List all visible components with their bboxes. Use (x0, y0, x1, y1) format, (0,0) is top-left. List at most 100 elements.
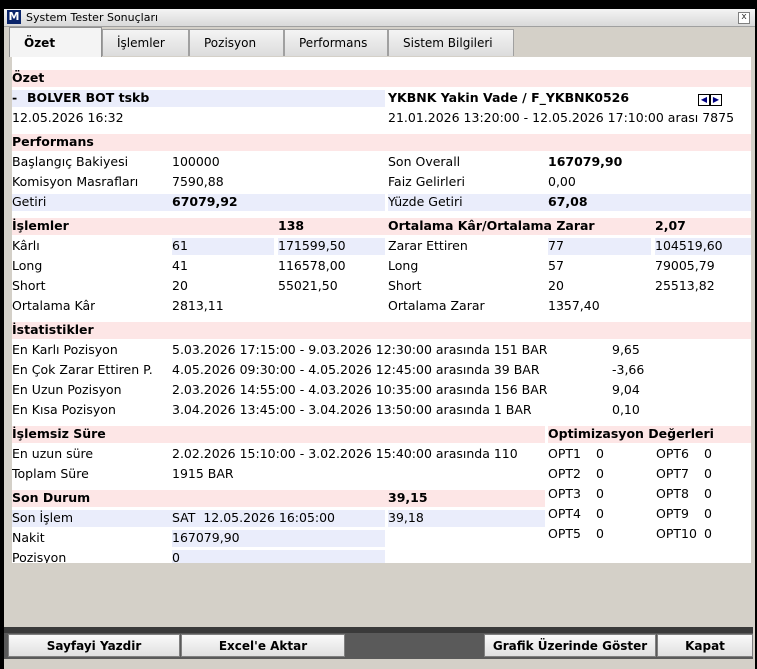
avg-profit-loss-title: Ortalama Kâr/Ortalama Zarar (388, 218, 595, 233)
opt-name: OPT2 (548, 466, 581, 481)
perf-value: 100000 (172, 154, 220, 169)
opt-value: 0 (704, 526, 712, 541)
trade-label: Kârlı (12, 238, 40, 253)
trade-amount-value: 55021,50 (278, 278, 338, 293)
opt-name: OPT1 (548, 446, 581, 461)
stat-label: En Uzun Pozisyon (12, 382, 122, 397)
stat-range: 2.03.2026 14:55:00 - 4.03.2026 10:35:00 … (172, 382, 548, 397)
stat-range: 5.03.2026 17:15:00 - 9.03.2026 12:30:00 … (172, 342, 548, 357)
opt-name: OPT9 (656, 506, 689, 521)
perf-value: 167079,90 (548, 154, 623, 169)
desktop-strip (0, 0, 757, 9)
tab-bar: Özet İşlemler Pozisyon Performans Sistem… (4, 27, 755, 57)
perf-label: Yüzde Getiri (388, 194, 463, 209)
show-on-chart-button[interactable]: Grafik Üzerinde Göster (484, 634, 656, 657)
bot-name: BOLVER BOT tskb (27, 90, 150, 105)
trade-count-value: 20 (548, 278, 564, 293)
stat-value: 9,65 (612, 342, 640, 357)
stat-range: 4.05.2026 09:30:00 - 4.05.2026 12:45:00 … (172, 362, 540, 377)
system-tester-window: M System Tester Sonuçları x Özet İşlemle… (4, 9, 755, 669)
tab-ozet[interactable]: Özet (9, 27, 102, 57)
trade-amount-value: 79005,79 (655, 258, 715, 273)
status-label: Nakit (12, 530, 45, 545)
stat-value: 9,04 (612, 382, 640, 397)
status-value: 167079,90 (172, 530, 240, 545)
trade-label: Zarar Ettiren (388, 238, 468, 253)
trade-count-value: 57 (548, 258, 564, 273)
opt-name: OPT6 (656, 446, 689, 461)
tab-performans[interactable]: Performans (284, 29, 388, 56)
trade-label: Ortalama Zarar (388, 298, 485, 313)
prev-arrow-icon[interactable]: ◀ (698, 94, 710, 106)
opt-name: OPT5 (548, 526, 581, 541)
opt-value: 0 (596, 446, 604, 461)
status-label: Pozisyon (12, 550, 67, 563)
status-value: 0 (172, 550, 180, 563)
opt-value: 0 (704, 486, 712, 501)
trade-amount-value: 116578,00 (278, 258, 346, 273)
trade-label: Long (388, 258, 419, 273)
stat-label: En Kısa Pozisyon (12, 402, 116, 417)
export-excel-button[interactable]: Excel'e Aktar (181, 634, 345, 657)
idle-value: 2.02.2026 15:10:00 - 3.02.2026 15:40:00 … (172, 446, 518, 461)
print-page-button[interactable]: Sayfayi Yazdir (8, 634, 180, 657)
opt-value: 0 (596, 466, 604, 481)
trade-label: Short (388, 278, 422, 293)
opt-value: 0 (596, 486, 604, 501)
status-extra: 39,18 (388, 510, 424, 525)
perf-label: Komisyon Masrafları (12, 174, 139, 189)
opt-name: OPT8 (656, 486, 689, 501)
trade-amount-value: 171599,50 (278, 238, 346, 253)
tab-pozisyon[interactable]: Pozisyon (189, 29, 284, 56)
opt-value: 0 (596, 526, 604, 541)
stat-range: 3.04.2026 13:45:00 - 3.04.2026 13:50:00 … (172, 402, 532, 417)
dash-marker: - (12, 90, 18, 105)
opt-value: 0 (704, 506, 712, 521)
section-son-durum-title: Son Durum (12, 490, 91, 505)
trade-count: 138 (278, 218, 305, 233)
opt-value: 0 (596, 506, 604, 521)
status-label: Son İşlem (12, 510, 74, 525)
section-istatistikler-title: İstatistikler (12, 322, 94, 337)
opt-name: OPT4 (548, 506, 581, 521)
perf-value: 67079,92 (172, 194, 238, 209)
idle-label: En uzun süre (12, 446, 94, 461)
tab-islemler[interactable]: İşlemler (102, 29, 189, 56)
perf-label: Faiz Gelirleri (388, 174, 465, 189)
summary-panel: Özet - BOLVER BOT tskb YKBNK Yakin Vade … (12, 57, 751, 563)
trade-label: Short (12, 278, 46, 293)
trade-count-value: 2813,11 (172, 298, 224, 313)
opt-name: OPT7 (656, 466, 689, 481)
opt-value: 0 (704, 466, 712, 481)
perf-value: 0,00 (548, 174, 576, 189)
title-bar[interactable]: M System Tester Sonuçları x (4, 9, 755, 27)
son-durum-value: 39,15 (388, 490, 428, 505)
bot-date: 12.05.2026 16:32 (12, 110, 124, 125)
button-bar: Sayfayi Yazdir Excel'e Aktar Grafik Üzer… (4, 633, 753, 659)
trade-count-value: 1357,40 (548, 298, 600, 313)
section-optimizasyon-title: Optimizasyon Değerleri (548, 426, 714, 441)
trade-count-value: 20 (172, 278, 188, 293)
opt-name: OPT10 (656, 526, 697, 541)
section-islemsiz-title: İşlemsiz Süre (12, 426, 106, 441)
close-button[interactable]: Kapat (657, 634, 753, 657)
perf-value: 7590,88 (172, 174, 224, 189)
window-title: System Tester Sonuçları (26, 11, 159, 24)
idle-value: 1915 BAR (172, 466, 234, 481)
test-date-range: 21.01.2026 13:20:00 - 12.05.2026 17:10:0… (388, 110, 735, 125)
perf-label: Başlangıç Bakiyesi (12, 154, 129, 169)
tab-sistem-bilgileri[interactable]: Sistem Bilgileri (388, 29, 514, 56)
next-arrow-icon[interactable]: ▶ (710, 94, 722, 106)
stat-value: 0,10 (612, 402, 640, 417)
status-value: SAT 12.05.2026 16:05:00 (172, 510, 336, 525)
perf-label: Getiri (12, 194, 47, 209)
opt-name: OPT3 (548, 486, 581, 501)
stat-label: En Çok Zarar Ettiren P. (12, 362, 153, 377)
avg-profit-loss-ratio: 2,07 (655, 218, 686, 233)
section-performans-title: Performans (12, 134, 94, 149)
idle-label: Toplam Süre (12, 466, 89, 481)
close-icon[interactable]: x (738, 12, 750, 24)
trade-amount-value: 104519,60 (655, 238, 723, 253)
stat-label: En Karlı Pozisyon (12, 342, 118, 357)
perf-label: Son Overall (388, 154, 461, 169)
